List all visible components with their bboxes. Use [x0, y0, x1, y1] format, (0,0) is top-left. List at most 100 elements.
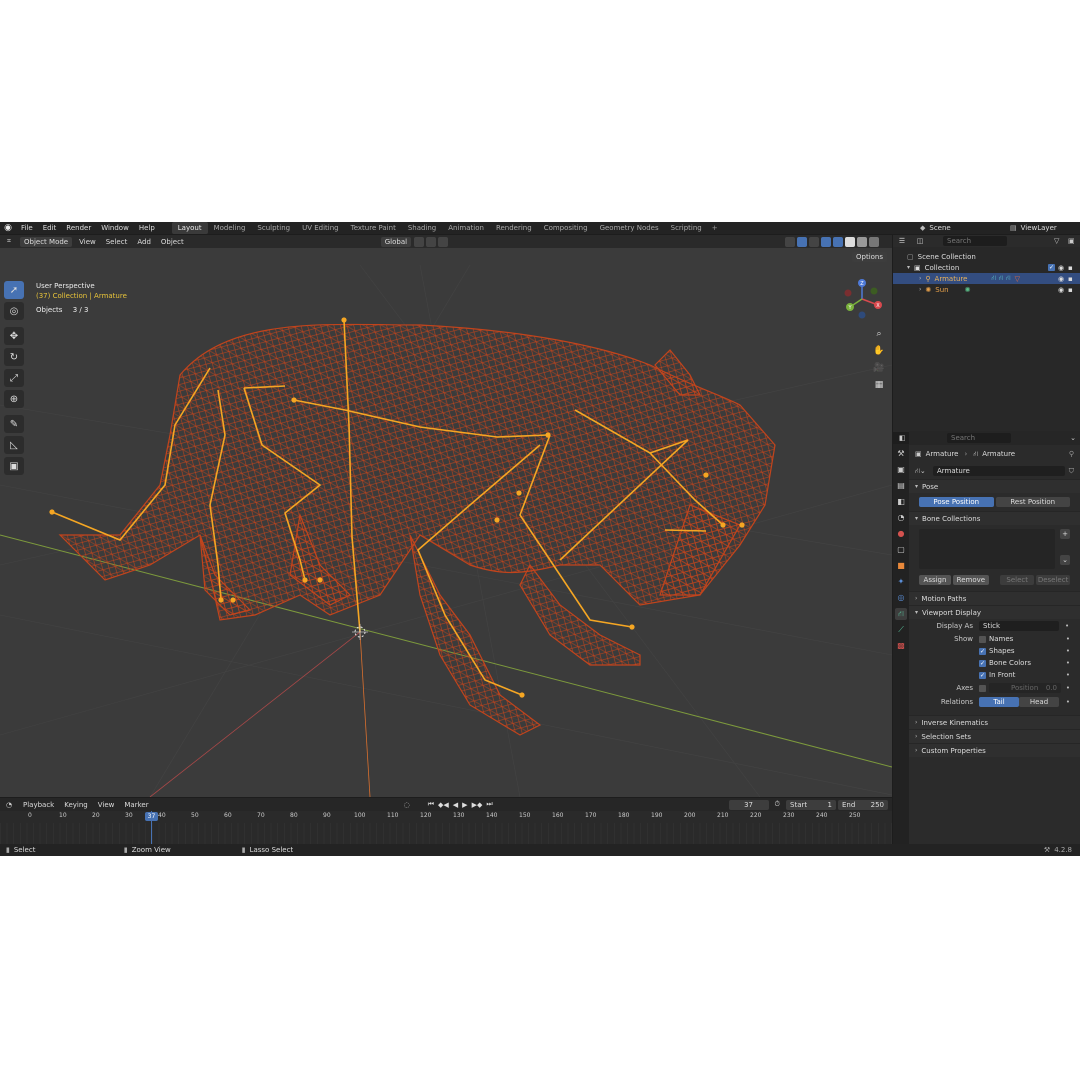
timeline[interactable]: ◔ Playback Keying View Marker ◌ ⏮ ◆◀ ◀ ▶… — [0, 798, 892, 844]
expand-icon[interactable]: › — [919, 286, 921, 293]
relations-head-button[interactable]: Head — [1019, 697, 1059, 707]
timeline-track[interactable] — [0, 823, 892, 844]
outliner-scene-collection[interactable]: ▢ Scene Collection — [893, 251, 1080, 262]
add-cube-tool-icon[interactable]: ▣ — [4, 457, 24, 475]
axes-checkbox[interactable] — [979, 684, 986, 692]
relations-tail-button[interactable]: Tail — [979, 697, 1019, 707]
tab-shading[interactable]: Shading — [402, 222, 442, 234]
viewport-display-panel-header[interactable]: ▾ Viewport Display — [909, 605, 1080, 619]
transform-tool-icon[interactable]: ⊕ — [4, 390, 24, 408]
menu-marker[interactable]: Marker — [119, 801, 153, 809]
menu-render[interactable]: Render — [61, 224, 96, 232]
rest-position-button[interactable]: Rest Position — [995, 497, 1070, 507]
remove-button[interactable]: Remove — [952, 575, 989, 585]
play-reverse-icon[interactable]: ◀ — [453, 801, 458, 809]
tab-compositing[interactable]: Compositing — [538, 222, 594, 234]
menu-window[interactable]: Window — [96, 224, 134, 232]
tab-geometry-nodes[interactable]: Geometry Nodes — [594, 222, 665, 234]
shapes-checkbox[interactable]: ✓ — [979, 647, 986, 655]
outliner-collection[interactable]: ▾ ▣ Collection ✓ ◉ ▪ — [893, 262, 1080, 273]
jump-start-icon[interactable]: ⏮ — [428, 800, 434, 809]
playhead-frame-badge[interactable]: 37 — [145, 812, 158, 821]
chevron-down-icon[interactable]: ⌄ — [1070, 434, 1076, 442]
selection-sets-panel-header[interactable]: › Selection Sets — [909, 729, 1080, 743]
menu-file[interactable]: File — [16, 224, 38, 232]
tool-tab-icon[interactable]: ⚒ — [895, 448, 907, 460]
cursor-tool-icon[interactable]: ◎ — [4, 302, 24, 320]
filter-icon[interactable]: ▽ — [1054, 237, 1068, 245]
eye-icon[interactable]: ◉ — [1058, 286, 1068, 294]
tab-texture-paint[interactable]: Texture Paint — [345, 222, 402, 234]
animate-dot-icon[interactable]: • — [1065, 622, 1069, 630]
bone-tab-icon[interactable]: ⟋ — [895, 624, 907, 636]
pin-icon[interactable]: ⚲ — [1069, 450, 1074, 458]
bone-collection-menu-icon[interactable]: ⌄ — [1060, 555, 1070, 565]
tab-uv-editing[interactable]: UV Editing — [296, 222, 345, 234]
camera-icon[interactable]: ▪ — [1068, 275, 1080, 283]
outliner-item-armature[interactable]: › ⚲ Armature ⛙ ⛙ ⛙ ▽ ◉ ▪ — [893, 273, 1080, 284]
blender-logo-icon[interactable]: ◉ — [0, 223, 16, 233]
menu-edit[interactable]: Edit — [38, 224, 62, 232]
modifier-tab-icon[interactable]: ✦ — [895, 576, 907, 588]
scale-tool-icon[interactable]: ⤢ — [4, 369, 24, 387]
annotate-tool-icon[interactable]: ✎ — [4, 415, 24, 433]
add-workspace-icon[interactable]: + — [708, 224, 722, 232]
armature-name-field[interactable]: Armature — [933, 466, 1065, 476]
menu-help[interactable]: Help — [134, 224, 160, 232]
jump-key-back-icon[interactable]: ◆◀ — [438, 801, 449, 809]
zoom-icon[interactable]: ⌕ — [872, 329, 886, 343]
eye-icon[interactable]: ◉ — [1058, 275, 1068, 283]
ortho-grid-icon[interactable]: ▦ — [872, 380, 886, 394]
scene-tab-icon[interactable]: ◔ — [895, 512, 907, 524]
expand-icon[interactable]: ▾ — [907, 264, 910, 271]
camera-icon[interactable]: ▪ — [1068, 264, 1080, 272]
timeline-editor-icon[interactable]: ◔ — [0, 801, 18, 809]
tab-sculpting[interactable]: Sculpting — [251, 222, 296, 234]
display-mode-icon[interactable]: ◫ — [911, 237, 929, 245]
armature-browse-icon[interactable]: ⛙⌄ — [915, 467, 933, 476]
fake-user-shield-icon[interactable]: ⛉ — [1069, 467, 1074, 476]
scene-selector[interactable]: ◆ Scene — [920, 224, 1010, 232]
texture-tab-icon[interactable]: ▩ — [895, 640, 907, 652]
names-checkbox[interactable] — [979, 635, 986, 643]
viewlayer-selector[interactable]: ▤ ViewLayer — [1010, 224, 1080, 232]
pose-panel-header[interactable]: ▾ Pose — [909, 479, 1080, 493]
options-dropdown[interactable]: Options — [852, 252, 888, 262]
select-box-tool-icon[interactable]: ➚ — [4, 281, 24, 299]
rotate-tool-icon[interactable]: ↻ — [4, 348, 24, 366]
output-tab-icon[interactable]: ▤ — [895, 480, 907, 492]
camera-view-icon[interactable]: 🎥 — [872, 363, 886, 377]
tab-modeling[interactable]: Modeling — [208, 222, 252, 234]
measure-tool-icon[interactable]: ◺ — [4, 436, 24, 454]
camera-icon[interactable]: ▪ — [1068, 286, 1080, 294]
outliner-search-input[interactable]: Search — [943, 236, 1007, 246]
move-tool-icon[interactable]: ✥ — [4, 327, 24, 345]
3d-cursor-icon[interactable] — [352, 624, 368, 640]
in-front-checkbox[interactable]: ✓ — [979, 671, 986, 679]
menu-playback[interactable]: Playback — [18, 801, 59, 809]
new-collection-icon[interactable]: ▣ — [1068, 237, 1080, 245]
outliner-item-sun[interactable]: › ✺ Sun ✺ ◉ ▪ — [893, 284, 1080, 295]
current-frame-field[interactable]: 37 — [728, 799, 769, 810]
3d-viewport[interactable]: ⌗ Object Mode View Select Add Object Glo… — [0, 235, 892, 797]
motion-paths-panel-header[interactable]: › Motion Paths — [909, 591, 1080, 605]
bone-colors-checkbox[interactable]: ✓ — [979, 659, 986, 667]
world-tab-icon[interactable]: ● — [895, 528, 907, 540]
tab-rendering[interactable]: Rendering — [490, 222, 538, 234]
select-button[interactable]: Select — [1000, 575, 1035, 585]
expand-icon[interactable]: › — [919, 275, 921, 282]
menu-keying[interactable]: Keying — [59, 801, 93, 809]
start-frame-field[interactable]: Start 1 — [786, 799, 836, 810]
collection-checkbox[interactable]: ✓ — [1048, 264, 1055, 271]
bone-collections-list[interactable] — [919, 529, 1055, 569]
end-frame-field[interactable]: End 250 — [838, 799, 888, 810]
axes-position-field[interactable]: Position 0.0 — [989, 683, 1061, 693]
ik-panel-header[interactable]: › Inverse Kinematics — [909, 715, 1080, 729]
armature-data-tab-icon[interactable]: ⛙ — [895, 608, 907, 620]
display-as-dropdown[interactable]: Stick — [979, 621, 1059, 631]
jump-end-icon[interactable]: ⏭ — [486, 800, 492, 809]
play-icon[interactable]: ▶ — [462, 801, 467, 809]
object-tab-icon[interactable]: ■ — [895, 560, 907, 572]
tab-scripting[interactable]: Scripting — [665, 222, 708, 234]
stopwatch-icon[interactable]: ⏱ — [775, 800, 780, 809]
